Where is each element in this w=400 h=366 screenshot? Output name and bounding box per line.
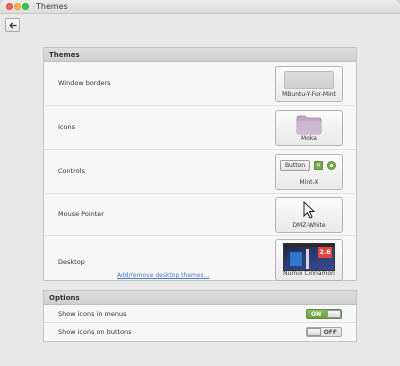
desktop-theme-name: Numix Cinnamon (283, 270, 335, 277)
show-icons-in-menus-toggle[interactable]: ON (306, 309, 342, 319)
maximize-window-button[interactable] (22, 3, 29, 10)
options-panel: Options Show icons in menus ON Show icon… (43, 290, 357, 342)
controls-theme-name: Mint-X (299, 179, 319, 186)
options-header: Options (44, 291, 356, 305)
mouse-pointer-theme-button[interactable]: DMZ-White (275, 197, 343, 233)
window-borders-theme-button[interactable]: MBuntu-Y-For-Mint (275, 66, 343, 102)
close-window-button[interactable] (6, 3, 13, 10)
icons-theme-name: Moka (301, 135, 317, 142)
window-borders-label: Window borders (58, 79, 111, 87)
mouse-pointer-label: Mouse Pointer (58, 210, 104, 218)
folder-icon (296, 115, 322, 135)
mouse-pointer-row: Mouse Pointer DMZ-White (44, 194, 356, 236)
controls-preview: Button ✕ (280, 159, 338, 173)
show-icons-on-buttons-row: Show icons on buttons OFF (44, 323, 356, 341)
cursor-arrow-icon (303, 201, 316, 219)
preview-version-badge: 2.6 (318, 247, 332, 258)
themes-header: Themes (44, 48, 356, 62)
show-icons-on-buttons-label: Show icons on buttons (58, 328, 132, 336)
arrow-left-icon (9, 21, 16, 29)
checkbox-checked-icon: ✕ (314, 161, 323, 170)
back-button[interactable] (5, 18, 20, 32)
themes-window: Themes Themes Window borders MBuntu-Y-Fo… (0, 0, 400, 366)
show-icons-in-menus-row: Show icons in menus ON (44, 305, 356, 323)
toggle-off-label: OFF (323, 329, 337, 336)
radio-selected-icon (327, 161, 336, 170)
title-bar: Themes (0, 0, 400, 14)
preview-window-shape (290, 252, 302, 266)
toggle-knob (327, 310, 341, 318)
controls-row: Controls Button ✕ Mint-X (44, 150, 356, 194)
toggle-knob (307, 328, 321, 336)
show-icons-in-menus-label: Show icons in menus (58, 310, 127, 318)
desktop-theme-button[interactable]: 2.6 Numix Cinnamon (275, 239, 343, 281)
icons-theme-button[interactable]: Moka (275, 110, 343, 146)
window-borders-row: Window borders MBuntu-Y-For-Mint (44, 62, 356, 106)
toggle-on-label: ON (311, 311, 322, 318)
preview-stripe (306, 249, 309, 269)
preview-button: Button (280, 160, 310, 171)
desktop-row: Desktop Add/remove desktop themes... 2.6… (44, 236, 356, 284)
mouse-pointer-theme-name: DMZ-White (292, 222, 326, 229)
add-remove-desktop-themes-link[interactable]: Add/remove desktop themes... (117, 272, 209, 279)
controls-label: Controls (58, 167, 85, 175)
toolbar (0, 14, 400, 36)
controls-theme-button[interactable]: Button ✕ Mint-X (275, 154, 343, 190)
minimize-window-button[interactable] (14, 3, 21, 10)
themes-panel: Themes Window borders MBuntu-Y-For-Mint … (43, 47, 357, 281)
icons-row: Icons Moka (44, 106, 356, 150)
desktop-theme-preview: 2.6 (283, 243, 335, 271)
desktop-label: Desktop (58, 258, 85, 266)
window-title: Themes (36, 2, 68, 11)
show-icons-on-buttons-toggle[interactable]: OFF (306, 327, 342, 337)
window-border-preview (284, 71, 334, 89)
window-borders-theme-name: MBuntu-Y-For-Mint (282, 91, 336, 98)
icons-label: Icons (58, 123, 75, 131)
